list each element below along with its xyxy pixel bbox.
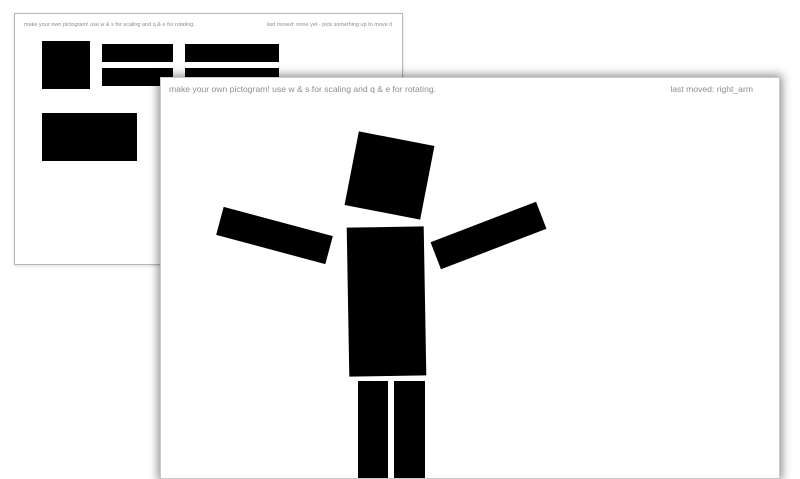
pictogram-window-arranged: make your own pictogram! use w & s for s… [160,77,780,479]
last-moved-status: last moved: none yet - pick something up… [266,22,392,28]
piece-torso[interactable] [42,113,137,161]
piece-right-arm[interactable] [430,201,547,270]
instructions-text: make your own pictogram! use w & s for s… [24,22,195,28]
piece-head[interactable] [42,41,90,89]
piece-torso[interactable] [346,226,427,377]
last-moved-status: last moved: right_arm [670,84,753,94]
piece-left-leg[interactable] [358,381,388,478]
piece-head[interactable] [344,131,435,220]
piece-left-leg[interactable] [185,44,279,62]
piece-right-leg[interactable] [394,381,425,478]
piece-left-arm[interactable] [216,206,333,265]
piece-left-arm[interactable] [102,44,173,62]
instructions-text: make your own pictogram! use w & s for s… [169,84,437,94]
